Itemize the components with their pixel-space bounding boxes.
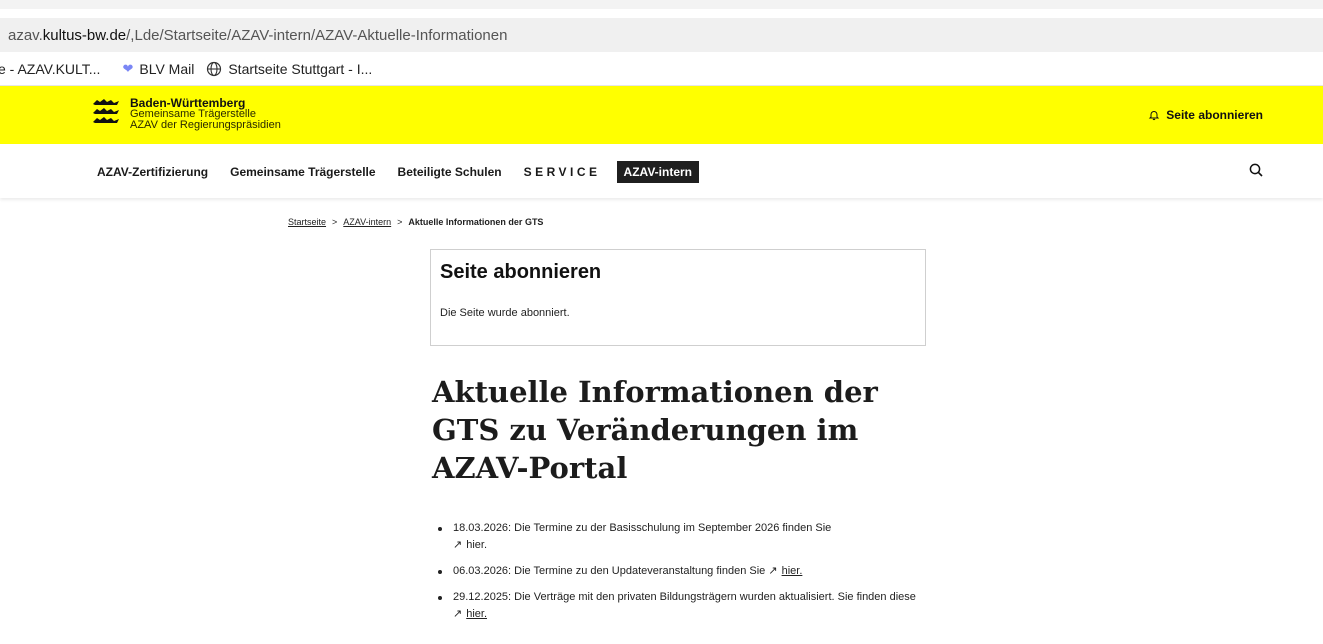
globe-icon xyxy=(206,61,222,77)
breadcrumb-startseite[interactable]: Startseite xyxy=(288,217,326,227)
external-link-arrow-icon: ↗ xyxy=(453,539,463,551)
hier-link[interactable]: ↗ hier. xyxy=(453,608,487,620)
nav-item-service[interactable]: SERVICE xyxy=(524,165,601,179)
browser-top-strip xyxy=(0,0,1323,9)
lions-emblem-icon xyxy=(92,98,122,131)
url-path: /,Lde/Startseite/AZAV-intern/AZAV-Aktuel… xyxy=(126,26,508,44)
link-label: hier. xyxy=(781,565,803,577)
link-label: hier. xyxy=(466,539,488,551)
breadcrumb-separator: > xyxy=(397,217,403,227)
external-link-arrow-icon: ↗ xyxy=(453,608,463,620)
page-title: Aktuelle Informationen der GTS zu Veränd… xyxy=(432,375,878,485)
nav-item-beteiligte-schulen[interactable]: Beteiligte Schulen xyxy=(398,165,502,179)
subscribe-notice-title: Seite abonnieren xyxy=(440,261,602,283)
list-item: 29.12.2025: Die Verträge mit den private… xyxy=(432,589,932,623)
search-icon[interactable] xyxy=(1249,163,1263,177)
subscribe-label: Seite abonnieren xyxy=(1166,108,1263,122)
hier-link[interactable]: ↗ hier. xyxy=(453,539,487,551)
address-bar[interactable]: azav. kultus-bw.de/,Lde/Startseite/AZAV-i… xyxy=(0,18,1323,52)
site-header: Baden-Württemberg Gemeinsame Trägerstell… xyxy=(0,86,1323,144)
main-navigation: AZAV-Zertifizierung Gemeinsame Trägerste… xyxy=(0,144,1323,198)
breadcrumb: Startseite > AZAV-intern > Aktuelle Informat… xyxy=(288,217,543,227)
nav-item-gemeinsame-traegerstelle[interactable]: Gemeinsame Trägerstelle xyxy=(230,165,375,179)
url-domain: kultus-bw.de xyxy=(42,26,127,44)
bookmark-startseite-stuttgart[interactable]: Startseite Stuttgart - I... xyxy=(206,61,372,77)
list-item: 06.03.2026: Die Termine zu den Updatever… xyxy=(432,563,932,580)
nav-item-azav-intern[interactable]: AZAV-intern xyxy=(616,161,699,183)
hier-link[interactable]: ↗ hier. xyxy=(768,565,802,577)
site-logo[interactable]: Baden-Württemberg Gemeinsame Trägerstell… xyxy=(92,97,281,131)
bookmark-azav-kult[interactable]: e - AZAV.KULT... xyxy=(0,61,100,77)
bookmark-blv-mail[interactable]: ❤ BLV Mail xyxy=(122,61,194,77)
heart-icon: ❤ xyxy=(122,60,134,76)
bookmarks-bar: e - AZAV.KULT... ❤ BLV Mail Startseite S… xyxy=(0,52,1323,86)
breadcrumb-separator: > xyxy=(332,217,338,227)
list-item-text: 06.03.2026: Die Termine zu den Updatever… xyxy=(453,565,766,577)
breadcrumb-current: Aktuelle Informationen der GTS xyxy=(408,217,544,227)
url-prefix: azav. xyxy=(8,26,43,44)
bookmark-label: BLV Mail xyxy=(139,60,195,77)
external-link-arrow-icon: ↗ xyxy=(768,565,778,577)
link-label: hier. xyxy=(466,608,488,620)
bell-icon xyxy=(1148,109,1160,121)
subscribe-notice: Seite abonnieren Die Seite wurde abonnie… xyxy=(430,249,926,346)
subscribe-notice-message: Die Seite wurde abonniert. xyxy=(440,307,570,319)
nav-item-azav-zertifizierung[interactable]: AZAV-Zertifizierung xyxy=(97,165,208,179)
bookmark-label: e - AZAV.KULT... xyxy=(0,60,101,77)
bookmark-label: Startseite Stuttgart - I... xyxy=(228,60,373,77)
list-item-text: 29.12.2025: Die Verträge mit den private… xyxy=(453,591,916,603)
list-item-text: 18.03.2026: Die Termine zu der Basisschu… xyxy=(453,522,832,534)
list-item: 18.03.2026: Die Termine zu der Basisschu… xyxy=(432,520,932,554)
logo-subtitle-2: AZAV der Regierungspräsidien xyxy=(130,119,281,131)
news-list: 18.03.2026: Die Termine zu der Basisschu… xyxy=(432,520,932,632)
breadcrumb-azav-intern[interactable]: AZAV-intern xyxy=(343,217,391,227)
subscribe-page-button[interactable]: Seite abonnieren xyxy=(1148,108,1263,122)
